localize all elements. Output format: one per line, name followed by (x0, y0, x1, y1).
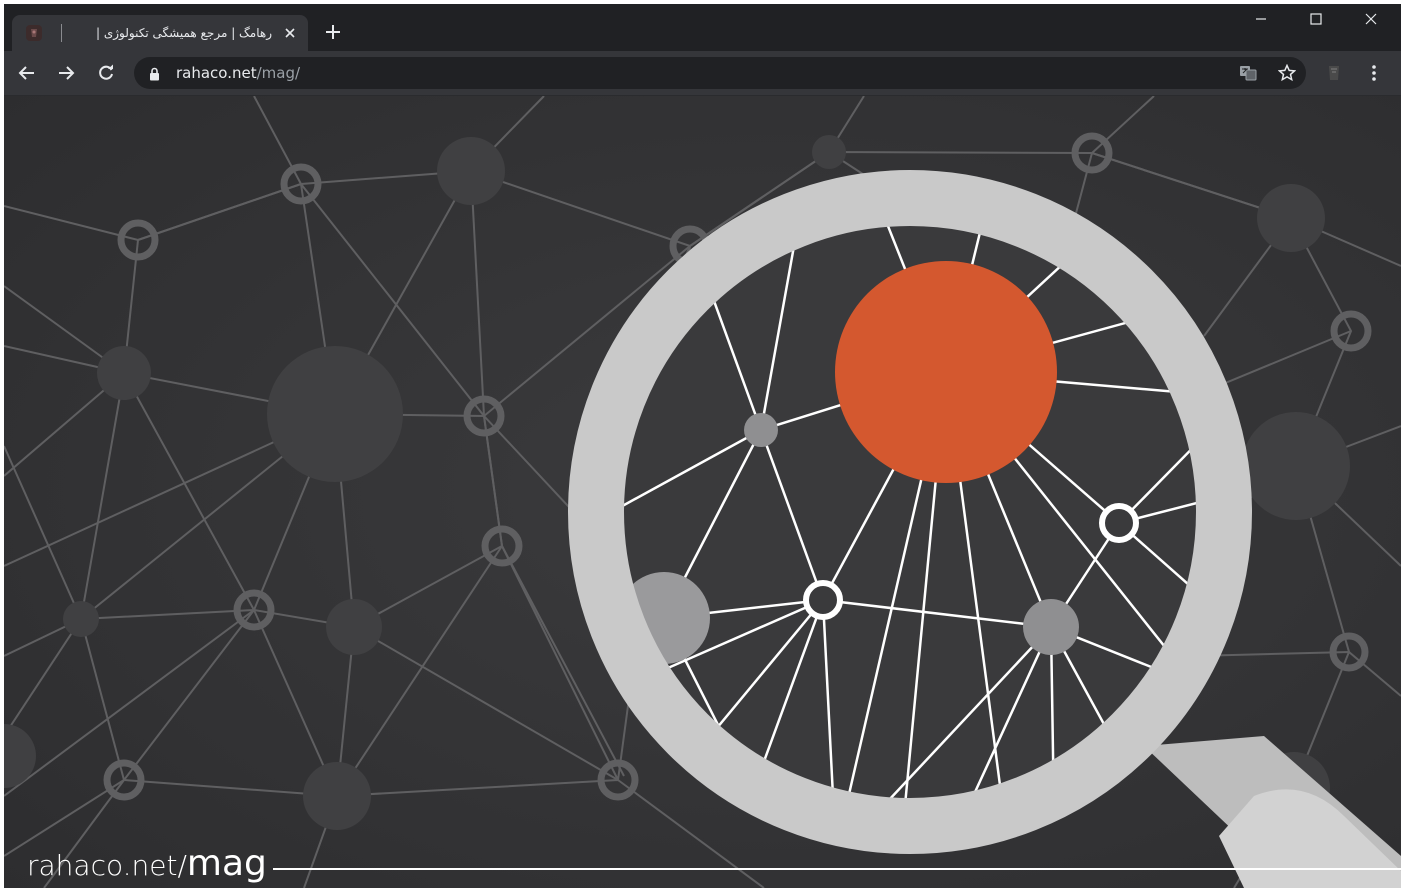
extension-icon[interactable] (1320, 59, 1348, 87)
highlight-node (835, 261, 1057, 483)
back-arrow-icon[interactable] (13, 59, 41, 87)
star-icon[interactable] (1274, 60, 1300, 86)
url-path: /mag/ (256, 64, 301, 82)
url-text[interactable]: rahaco.net/mag/ (176, 64, 300, 82)
site-caption: rahaco.net/mag (27, 844, 267, 888)
lock-icon[interactable] (149, 66, 160, 85)
translate-icon[interactable] (1235, 60, 1261, 86)
minimize-icon[interactable] (1233, 4, 1289, 34)
address-bar[interactable]: rahaco.net/mag/ (134, 57, 1306, 89)
network-illustration (4, 96, 1401, 888)
caption-path: mag (186, 843, 267, 884)
tab-close-icon[interactable] (280, 23, 300, 43)
caption-divider (273, 868, 1401, 870)
tab-active[interactable]: رهامگ | مرجع همیشگی تکنولوژی | (12, 15, 308, 51)
reload-icon[interactable] (92, 59, 120, 87)
forward-arrow-icon[interactable] (52, 59, 80, 87)
tab-strip: رهامگ | مرجع همیشگی تکنولوژی | (4, 4, 1401, 51)
toolbar: rahaco.net/mag/ (4, 51, 1401, 96)
tab-title: رهامگ | مرجع همیشگی تکنولوژی | (95, 26, 272, 40)
caption-host: rahaco.net/ (27, 849, 187, 882)
maximize-icon[interactable] (1288, 4, 1344, 34)
menu-dots-icon[interactable] (1360, 59, 1388, 87)
browser-window: رهامگ | مرجع همیشگی تکنولوژی | rahaco.ne… (4, 4, 1401, 888)
page-content: rahaco.net/mag (4, 96, 1401, 888)
close-icon[interactable] (1343, 4, 1399, 34)
tab-separator (61, 24, 62, 42)
url-host: rahaco.net (176, 64, 257, 82)
rahaco-logo-icon (26, 25, 42, 41)
new-tab-button[interactable] (319, 18, 347, 46)
